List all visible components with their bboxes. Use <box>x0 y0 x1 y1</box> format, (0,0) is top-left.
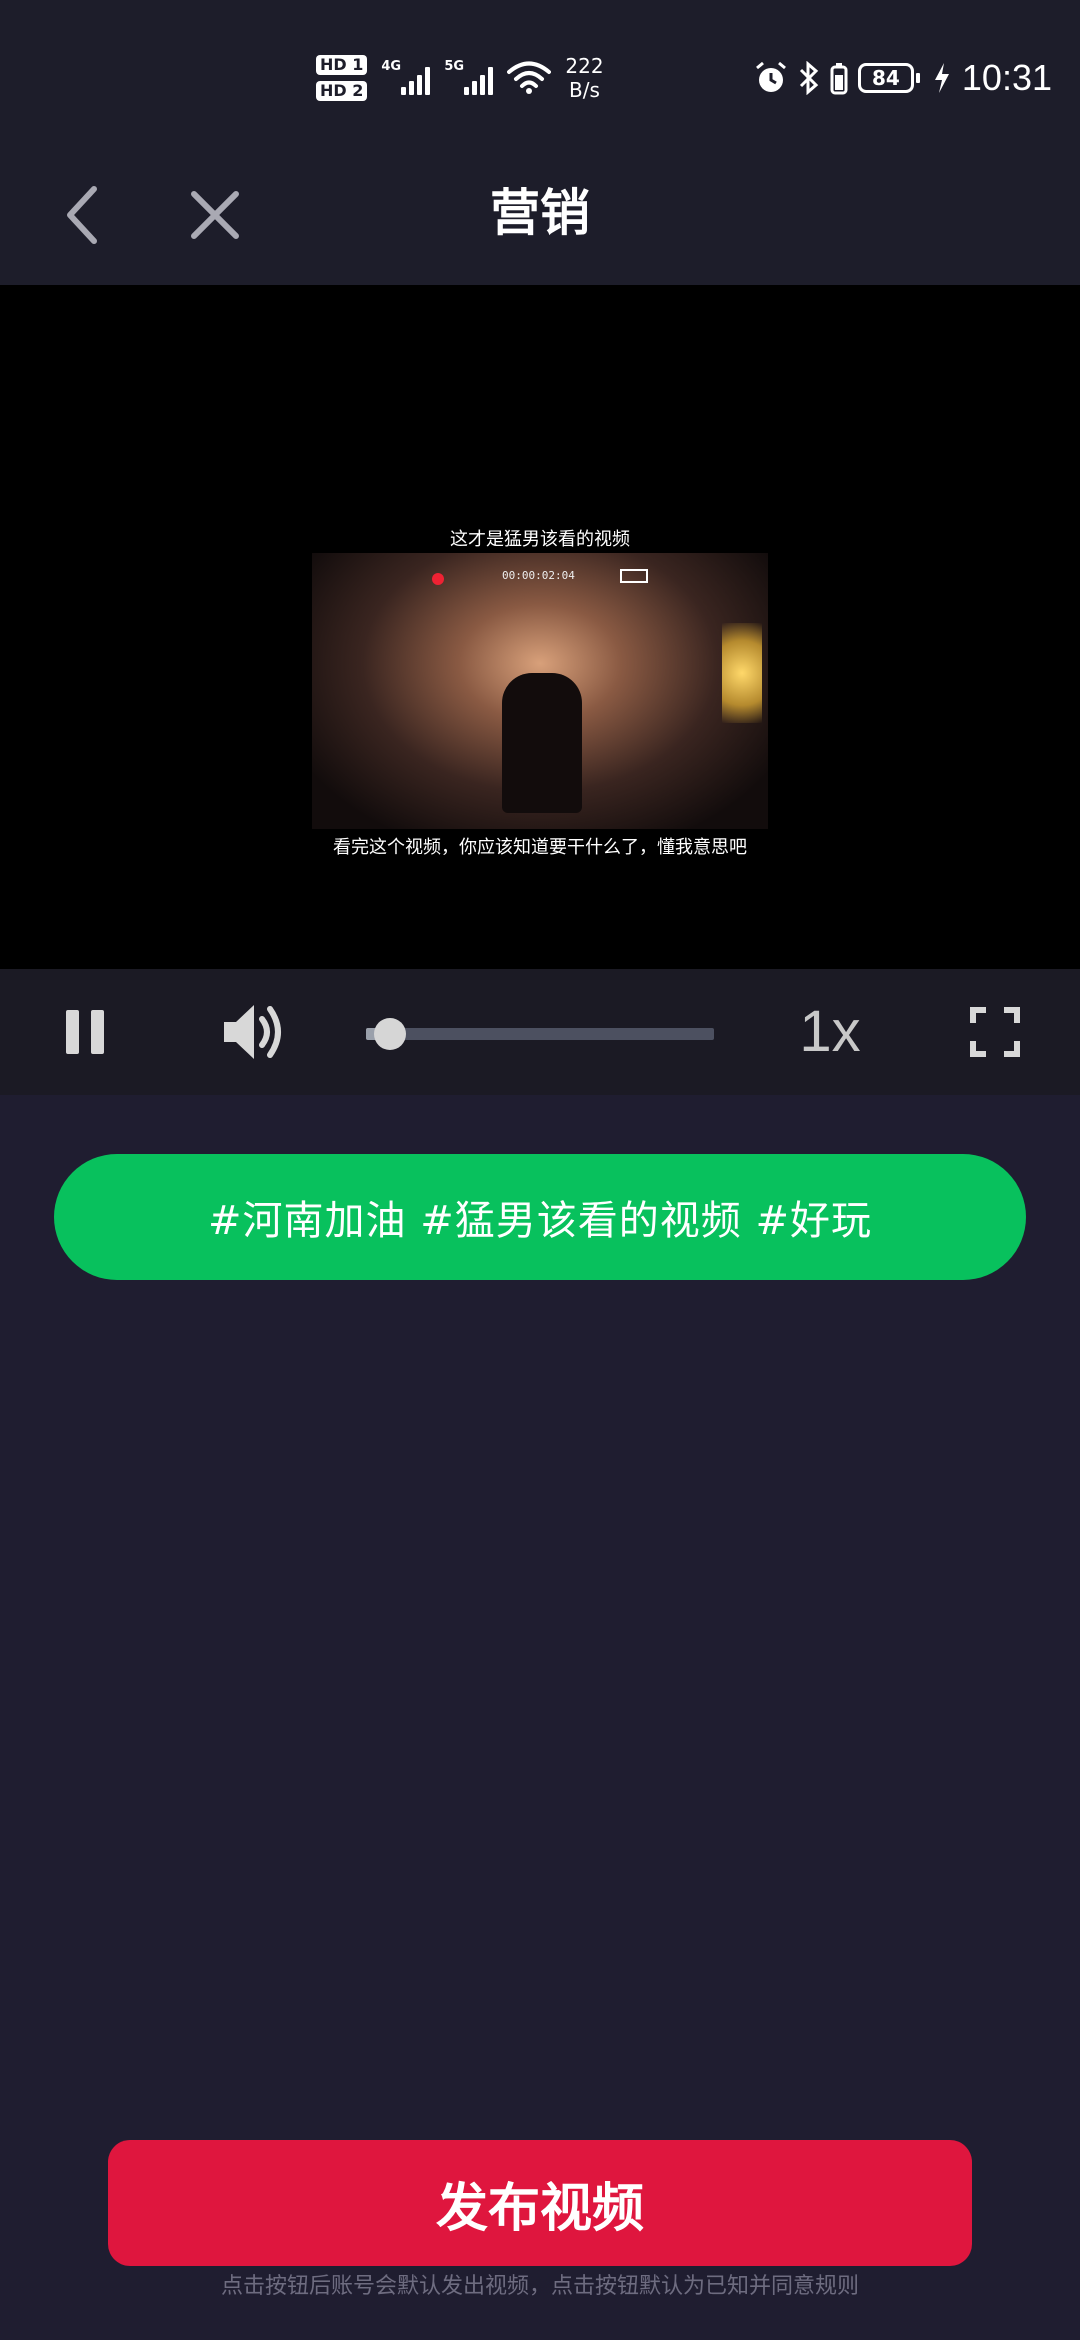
publish-button[interactable]: 发布视频 <box>108 2140 972 2266</box>
signal-icon-2: 5G <box>444 59 494 95</box>
status-right-group: 84 10:31 <box>754 50 1052 106</box>
fullscreen-icon[interactable] <box>970 1007 1020 1057</box>
player-controls: 1x <box>0 969 1080 1095</box>
wifi-icon <box>507 61 552 94</box>
speed-button[interactable]: 1x <box>790 997 870 1067</box>
video-title: 这才是猛男该看的视频 <box>450 529 630 550</box>
hashtag-button[interactable]: #河南加油 #猛男该看的视频 #好玩 <box>54 1154 1026 1280</box>
clock: 10:31 <box>961 57 1052 98</box>
pause-button[interactable] <box>60 1007 110 1057</box>
sim2-badge: HD 2 <box>316 81 368 101</box>
progress-bar[interactable] <box>366 1018 714 1050</box>
battery-small-icon <box>830 63 848 95</box>
battery-overlay-icon <box>620 569 648 583</box>
battery-level: 84 <box>857 63 920 93</box>
video-timestamp: 00:00:02:04 <box>502 569 575 582</box>
speed-unit: B/s <box>569 78 600 102</box>
nav-bar: 营销 <box>0 150 1080 285</box>
network-speed: 222 B/s <box>565 54 603 102</box>
sim-indicators: HD 1 HD 2 <box>316 55 368 101</box>
progress-thumb[interactable] <box>374 1018 406 1050</box>
signal-icon: 4G <box>381 59 431 95</box>
pause-icon <box>66 1010 79 1054</box>
lamp-glow <box>722 623 762 723</box>
chair-silhouette <box>502 673 582 813</box>
record-dot-icon <box>432 573 444 585</box>
page-title: 营销 <box>490 184 590 242</box>
video-subtitle: 看完这个视频，你应该知道要干什么了，懂我意思吧 <box>333 837 747 858</box>
disclaimer-text: 点击按钮后账号会默认发出视频，点击按钮默认为已知并同意规则 <box>220 2274 859 2299</box>
charging-icon <box>934 63 949 93</box>
sim1-badge: HD 1 <box>316 55 368 75</box>
network-type-1: 4G <box>381 59 402 74</box>
network-type-2: 5G <box>444 59 465 74</box>
bluetooth-icon <box>799 61 819 95</box>
alarm-icon <box>755 61 786 92</box>
video-player[interactable]: 这才是猛男该看的视频 00:00:02:04 看完这个视频，你应该知道要干什么了… <box>0 285 1080 969</box>
volume-icon[interactable] <box>220 997 286 1067</box>
speed-value: 222 <box>565 54 604 78</box>
status-left-group: HD 1 HD 2 4G 5G 222 B/s <box>316 48 604 108</box>
video-frame[interactable]: 00:00:02:04 <box>312 553 768 829</box>
status-bar: HD 1 HD 2 4G 5G 222 B/s 84 10:31 <box>0 0 1080 150</box>
